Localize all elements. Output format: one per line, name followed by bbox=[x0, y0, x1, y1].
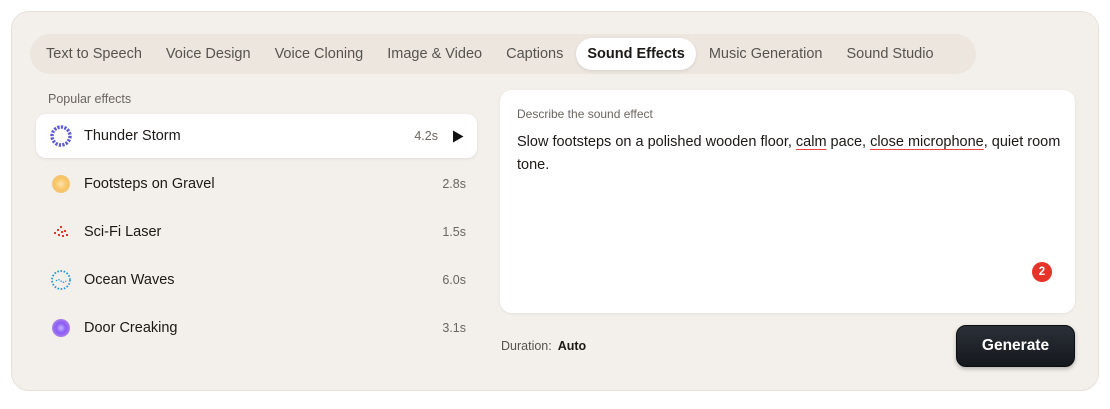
prompt-label: Describe the sound effect bbox=[517, 107, 653, 121]
effect-item-footsteps-on-gravel[interactable]: Footsteps on Gravel 2.8s bbox=[36, 162, 477, 206]
effect-item-sci-fi-laser[interactable]: Sci-Fi Laser 1.5s bbox=[36, 210, 477, 254]
tab-bar: Text to Speech Voice Design Voice Clonin… bbox=[30, 34, 976, 74]
duration-setting[interactable]: Duration: Auto bbox=[501, 339, 586, 353]
popular-effects-heading: Popular effects bbox=[48, 92, 132, 106]
tab-text-to-speech[interactable]: Text to Speech bbox=[35, 38, 153, 70]
prompt-text-segment: pace, bbox=[826, 134, 871, 150]
footsteps-icon bbox=[50, 173, 72, 195]
tab-voice-cloning[interactable]: Voice Cloning bbox=[264, 38, 375, 70]
effect-name: Footsteps on Gravel bbox=[84, 176, 215, 192]
spellcheck-word[interactable]: calm bbox=[796, 134, 827, 150]
play-icon[interactable] bbox=[451, 129, 465, 143]
effect-duration: 1.5s bbox=[442, 225, 466, 239]
thunder-storm-icon bbox=[50, 125, 72, 147]
prompt-text[interactable]: Slow footsteps on a polished wooden floo… bbox=[517, 131, 1062, 177]
effect-name: Thunder Storm bbox=[84, 128, 181, 144]
effect-duration: 4.2s bbox=[414, 129, 438, 143]
effect-name: Door Creaking bbox=[84, 320, 178, 336]
tab-music-generation[interactable]: Music Generation bbox=[698, 38, 834, 70]
prompt-text-segment: Slow footsteps on a polished wooden floo… bbox=[517, 134, 796, 150]
effect-name: Ocean Waves bbox=[84, 272, 175, 288]
door-icon bbox=[50, 317, 72, 339]
tab-voice-design[interactable]: Voice Design bbox=[155, 38, 262, 70]
generate-button[interactable]: Generate bbox=[956, 325, 1075, 367]
sound-effects-panel: Text to Speech Voice Design Voice Clonin… bbox=[11, 11, 1099, 391]
ocean-waves-icon bbox=[50, 269, 72, 291]
sound-description-textarea[interactable]: Describe the sound effect Slow footsteps… bbox=[500, 90, 1075, 313]
effect-duration: 3.1s bbox=[442, 321, 466, 335]
duration-value[interactable]: Auto bbox=[558, 339, 586, 353]
tab-captions[interactable]: Captions bbox=[495, 38, 574, 70]
spellcheck-word[interactable]: close microphone bbox=[870, 134, 984, 150]
effect-item-ocean-waves[interactable]: Ocean Waves 6.0s bbox=[36, 258, 477, 302]
effects-list: Thunder Storm 4.2s Footsteps on Gravel 2… bbox=[36, 114, 477, 354]
laser-icon bbox=[50, 221, 72, 243]
effect-item-door-creaking[interactable]: Door Creaking 3.1s bbox=[36, 306, 477, 350]
issue-count-badge[interactable]: 2 bbox=[1032, 262, 1052, 282]
tab-sound-studio[interactable]: Sound Studio bbox=[835, 38, 944, 70]
effect-item-thunder-storm[interactable]: Thunder Storm 4.2s bbox=[36, 114, 477, 158]
tab-sound-effects[interactable]: Sound Effects bbox=[576, 38, 696, 70]
duration-label: Duration: bbox=[501, 339, 552, 353]
effect-name: Sci-Fi Laser bbox=[84, 224, 162, 240]
effect-duration: 6.0s bbox=[442, 273, 466, 287]
tab-image-video[interactable]: Image & Video bbox=[376, 38, 493, 70]
effect-duration: 2.8s bbox=[442, 177, 466, 191]
